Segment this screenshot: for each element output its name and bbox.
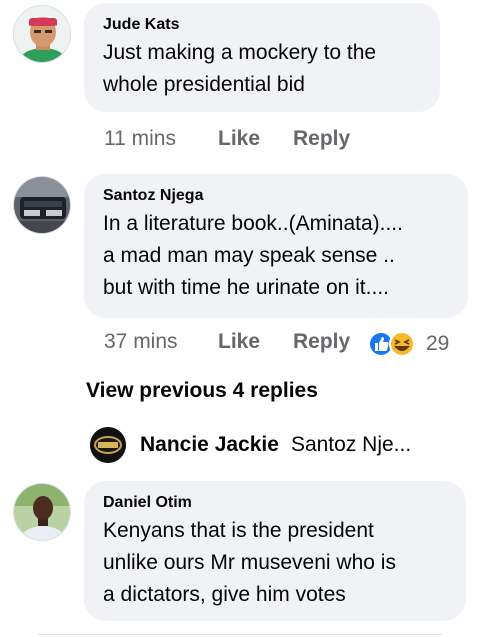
comment-meta: 37 mins Like Reply (104, 330, 350, 354)
comment-text: Just making a mockery to the whole presi… (103, 37, 422, 101)
comment-text-line: Kenyans that is the president (103, 519, 374, 542)
comment-text-line: but with time he urinate on it.... (103, 276, 389, 299)
like-button[interactable]: Like (218, 127, 293, 151)
comment-timestamp[interactable]: 11 mins (104, 127, 218, 151)
comment-author[interactable]: Santoz Njega (103, 186, 450, 206)
avatar-santoz-njega[interactable] (13, 176, 71, 234)
comment-text-line: Just making a mockery to the (103, 41, 377, 64)
comment-bubble-santoz-njega: Santoz Njega In a literature book..(Amin… (84, 174, 468, 318)
comment-bubble-jude-kats: Jude Kats Just making a mockery to the w… (84, 3, 440, 112)
daniel-otim-avatar-image (14, 484, 70, 540)
comment-author[interactable]: Jude Kats (103, 15, 422, 35)
comment-text-line: unlike ours Mr museveni who is (103, 551, 396, 574)
comment-text-line: whole presidential bid (103, 73, 305, 96)
reply-preview-row[interactable]: Nancie Jackie Santoz Nje... (90, 427, 411, 463)
reactions-summary[interactable]: 29 (368, 330, 449, 358)
comment-text-line: a mad man may speak sense .. (103, 244, 395, 267)
like-button[interactable]: Like (218, 330, 293, 354)
haha-reaction-icon (389, 331, 415, 357)
reply-snippet: Santoz Nje... (290, 433, 412, 456)
comment-text: Kenyans that is the president unlike our… (103, 515, 448, 611)
god-logo-icon (90, 427, 126, 463)
avatar-jude-kats[interactable] (13, 5, 71, 63)
comment-text-line: In a literature book..(Aminata).... (103, 212, 403, 235)
nancie-jackie-avatar (90, 427, 126, 463)
reply-author[interactable]: Nancie Jackie (140, 433, 279, 457)
jude-kats-avatar-image (14, 6, 70, 62)
avatar-daniel-otim[interactable] (13, 483, 71, 541)
comment-author[interactable]: Daniel Otim (103, 493, 448, 513)
comment-bubble-daniel-otim: Daniel Otim Kenyans that is the presiden… (84, 481, 466, 621)
santoz-njega-avatar-image (14, 177, 70, 233)
reply-button[interactable]: Reply (293, 127, 350, 151)
reply-button[interactable]: Reply (293, 330, 350, 354)
comment-text-line: a dictators, give him votes (103, 583, 346, 606)
reaction-count: 29 (426, 332, 450, 355)
view-previous-replies-link[interactable]: View previous 4 replies (86, 379, 318, 403)
comment-meta: 11 mins Like Reply (104, 127, 350, 151)
comment-timestamp[interactable]: 37 mins (104, 330, 218, 354)
reaction-icons (368, 331, 415, 357)
comment-text: In a literature book..(Aminata).... a ma… (103, 208, 450, 304)
divider (38, 634, 442, 635)
